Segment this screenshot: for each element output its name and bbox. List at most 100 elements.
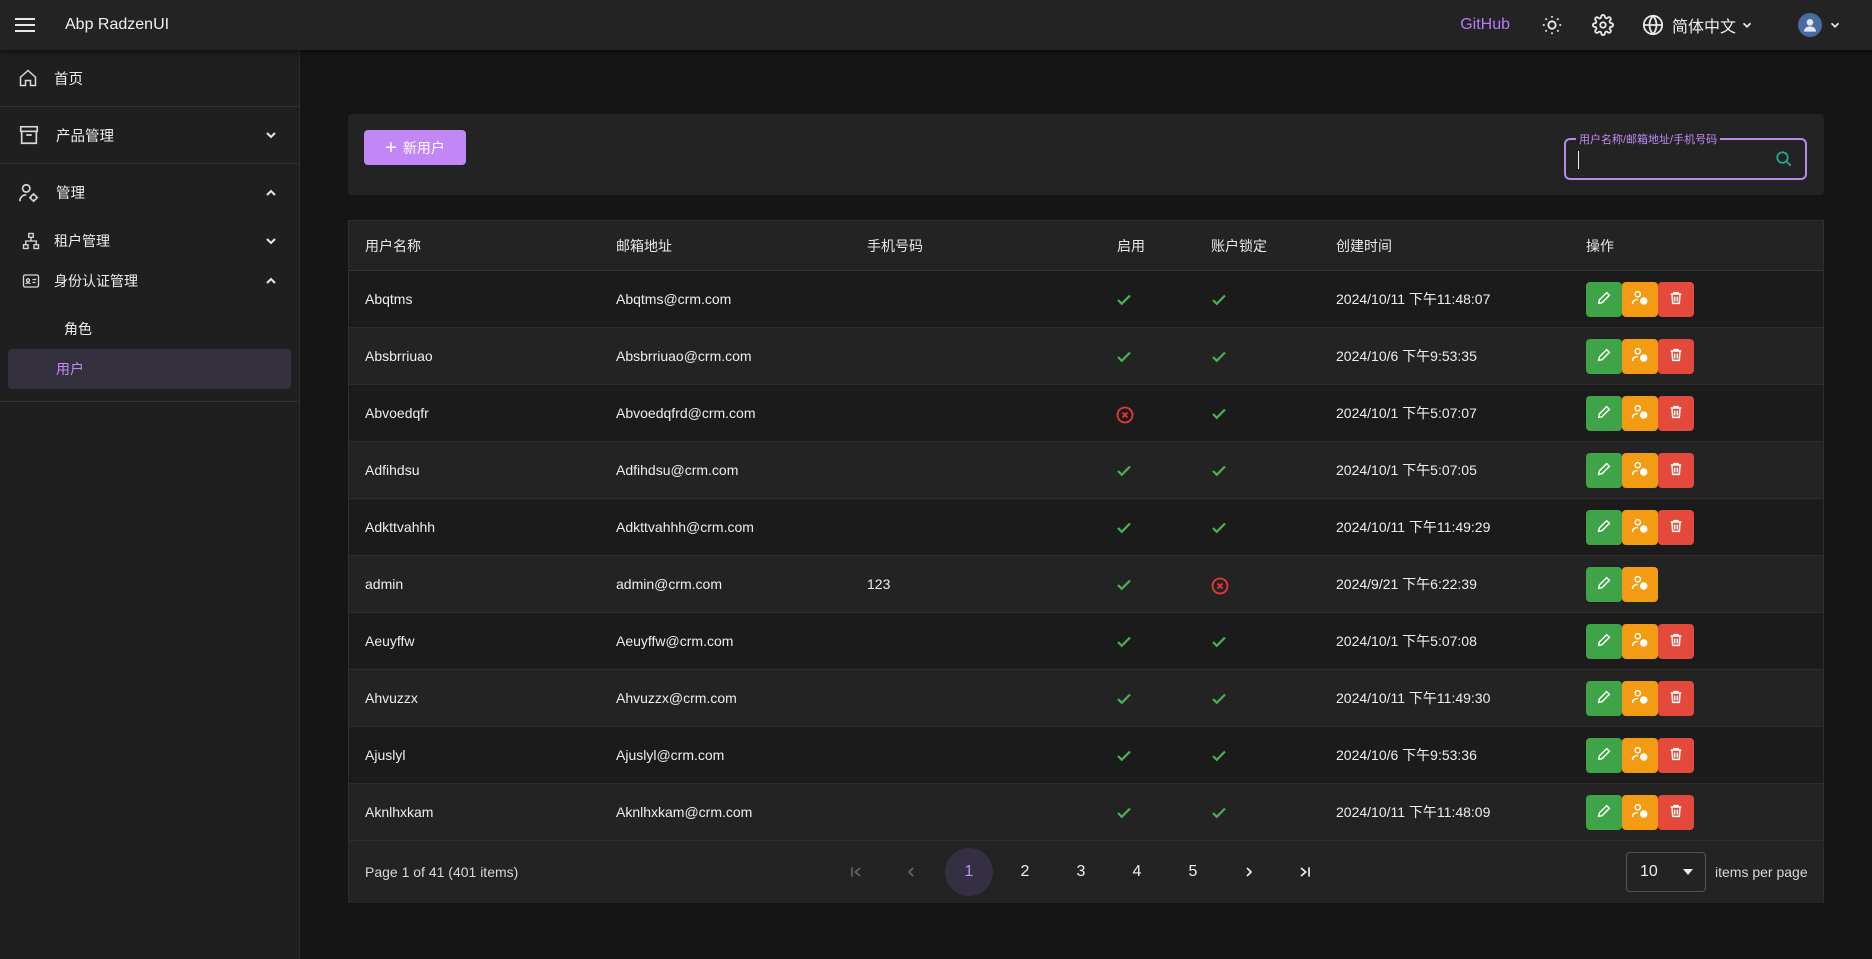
trash-icon xyxy=(1668,404,1684,423)
sidebar-item-roles[interactable]: 角色 xyxy=(8,309,291,349)
table-row[interactable]: Ajuslyl Ajuslyl@crm.com 2024/10/6 下午9:53:3… xyxy=(349,727,1823,784)
settings-button[interactable] xyxy=(1591,13,1615,37)
first-page-button[interactable] xyxy=(832,848,880,896)
column-header[interactable]: 账户锁定 xyxy=(1211,236,1267,256)
edit-button[interactable] xyxy=(1586,737,1622,773)
prev-page-button[interactable] xyxy=(887,848,935,896)
github-link[interactable]: GitHub xyxy=(1460,16,1510,34)
delete-button[interactable] xyxy=(1658,452,1694,488)
column-header[interactable]: 创建时间 xyxy=(1336,236,1392,256)
avatar xyxy=(1798,13,1822,37)
check-icon xyxy=(1115,519,1133,540)
user-menu[interactable] xyxy=(1798,13,1842,37)
assign-role-button[interactable] xyxy=(1622,680,1658,716)
page-button[interactable]: 4 xyxy=(1113,848,1161,896)
table-row[interactable]: Aknlhxkam Aknlhxkam@crm.com 2024/10/11 下午1… xyxy=(349,784,1823,841)
page-button[interactable]: 1 xyxy=(945,848,993,896)
table-row[interactable]: Adkttvahhh Adkttvahhh@crm.com 2024/10/11 下… xyxy=(349,499,1823,556)
assign-role-button[interactable] xyxy=(1622,737,1658,773)
column-header[interactable]: 用户名称 xyxy=(365,236,421,256)
column-header[interactable]: 启用 xyxy=(1117,236,1145,256)
edit-button[interactable] xyxy=(1586,623,1622,659)
delete-button[interactable] xyxy=(1658,794,1694,830)
assign-role-button[interactable] xyxy=(1622,794,1658,830)
check-icon xyxy=(1210,690,1228,711)
edit-button[interactable] xyxy=(1586,794,1622,830)
check-icon xyxy=(1115,633,1133,654)
table-row[interactable]: admin admin@crm.com 123 2024/9/21 下午6:22:39 xyxy=(349,556,1823,613)
delete-button[interactable] xyxy=(1658,509,1694,545)
pager-summary: Page 1 of 41 (401 items) xyxy=(365,864,519,880)
assign-role-button[interactable] xyxy=(1622,509,1658,545)
table-row[interactable]: Abvoedqfr Abvoedqfrd@crm.com 2024/10/1 下午5… xyxy=(349,385,1823,442)
column-header[interactable]: 邮箱地址 xyxy=(616,236,672,256)
assign-role-button[interactable] xyxy=(1622,395,1658,431)
actions-cell xyxy=(1586,794,1694,830)
sidebar-item-tenant[interactable]: 租户管理 xyxy=(0,221,299,261)
edit-button[interactable] xyxy=(1586,395,1622,431)
email-cell: Adkttvahhh@crm.com xyxy=(616,519,754,535)
users-table: 用户名称 邮箱地址 手机号码 启用 账户锁定 创建时间 操作 Abqtms Abq… xyxy=(348,220,1824,903)
search-icon[interactable] xyxy=(1775,150,1793,171)
new-user-button[interactable]: + 新用户 xyxy=(364,130,466,165)
table-header: 用户名称 邮箱地址 手机号码 启用 账户锁定 创建时间 操作 xyxy=(349,221,1823,271)
sidebar-item-admin[interactable]: 管理 xyxy=(0,164,299,221)
delete-button[interactable] xyxy=(1658,623,1694,659)
sidebar-item-product[interactable]: 产品管理 xyxy=(0,107,299,164)
assign-role-button[interactable] xyxy=(1622,452,1658,488)
check-icon xyxy=(1115,576,1133,597)
actions-cell xyxy=(1586,680,1694,716)
theme-toggle-button[interactable] xyxy=(1540,13,1564,37)
globe-icon xyxy=(1642,14,1664,36)
last-page-button[interactable] xyxy=(1281,848,1329,896)
user-role-icon xyxy=(1631,460,1649,481)
edit-button[interactable] xyxy=(1586,680,1622,716)
assign-role-button[interactable] xyxy=(1622,623,1658,659)
pencil-icon xyxy=(1596,746,1612,765)
page-size-select[interactable]: 10 xyxy=(1626,852,1706,892)
table-row[interactable]: Abqtms Abqtms@crm.com 2024/10/11 下午11:48:0… xyxy=(349,271,1823,328)
table-row[interactable]: Absbrriuao Absbrriuao@crm.com 2024/10/6 下午… xyxy=(349,328,1823,385)
created-cell: 2024/10/6 下午9:53:35 xyxy=(1336,348,1477,364)
user-role-icon xyxy=(1631,688,1649,709)
email-cell: Aknlhxkam@crm.com xyxy=(616,804,753,820)
delete-button[interactable] xyxy=(1658,338,1694,374)
check-icon xyxy=(1115,348,1133,369)
menu-toggle-button[interactable] xyxy=(0,0,50,50)
check-icon xyxy=(1210,747,1228,768)
page-button[interactable]: 2 xyxy=(1001,848,1049,896)
page-button[interactable]: 5 xyxy=(1169,848,1217,896)
delete-button[interactable] xyxy=(1658,395,1694,431)
edit-button[interactable] xyxy=(1586,452,1622,488)
actions-cell xyxy=(1586,395,1694,431)
delete-button[interactable] xyxy=(1658,737,1694,773)
toolbar: + 新用户 用户名称/邮箱地址/手机号码 xyxy=(348,114,1824,195)
assign-role-button[interactable] xyxy=(1622,281,1658,317)
actions-cell xyxy=(1586,452,1694,488)
sun-icon xyxy=(1542,15,1562,35)
sidebar-item-users[interactable]: 用户 xyxy=(8,349,291,389)
delete-button[interactable] xyxy=(1658,281,1694,317)
table-row[interactable]: Aeuyffw Aeuyffw@crm.com 2024/10/1 下午5:07:0… xyxy=(349,613,1823,670)
user-cog-icon xyxy=(19,183,39,202)
sidebar-item-home[interactable]: 首页 xyxy=(0,50,299,107)
sidebar-item-label: 产品管理 xyxy=(56,128,114,145)
edit-button[interactable] xyxy=(1586,338,1622,374)
edit-button[interactable] xyxy=(1586,509,1622,545)
language-selector[interactable]: 简体中文 xyxy=(1642,13,1754,37)
pencil-icon xyxy=(1596,461,1612,480)
assign-role-button[interactable] xyxy=(1622,338,1658,374)
page-button[interactable]: 3 xyxy=(1057,848,1105,896)
pencil-icon xyxy=(1596,290,1612,309)
column-header[interactable]: 手机号码 xyxy=(867,236,923,256)
next-page-button[interactable] xyxy=(1225,848,1273,896)
edit-button[interactable] xyxy=(1586,566,1622,602)
assign-role-button[interactable] xyxy=(1622,566,1658,602)
delete-button[interactable] xyxy=(1658,680,1694,716)
trash-icon xyxy=(1668,347,1684,366)
sidebar-item-identity[interactable]: 身份认证管理 xyxy=(0,261,299,301)
table-row[interactable]: Adfihdsu Adfihdsu@crm.com 2024/10/1 下午5:07… xyxy=(349,442,1823,499)
search-input[interactable]: 用户名称/邮箱地址/手机号码 xyxy=(1564,131,1807,180)
table-row[interactable]: Ahvuzzx Ahvuzzx@crm.com 2024/10/11 下午11:49… xyxy=(349,670,1823,727)
edit-button[interactable] xyxy=(1586,281,1622,317)
